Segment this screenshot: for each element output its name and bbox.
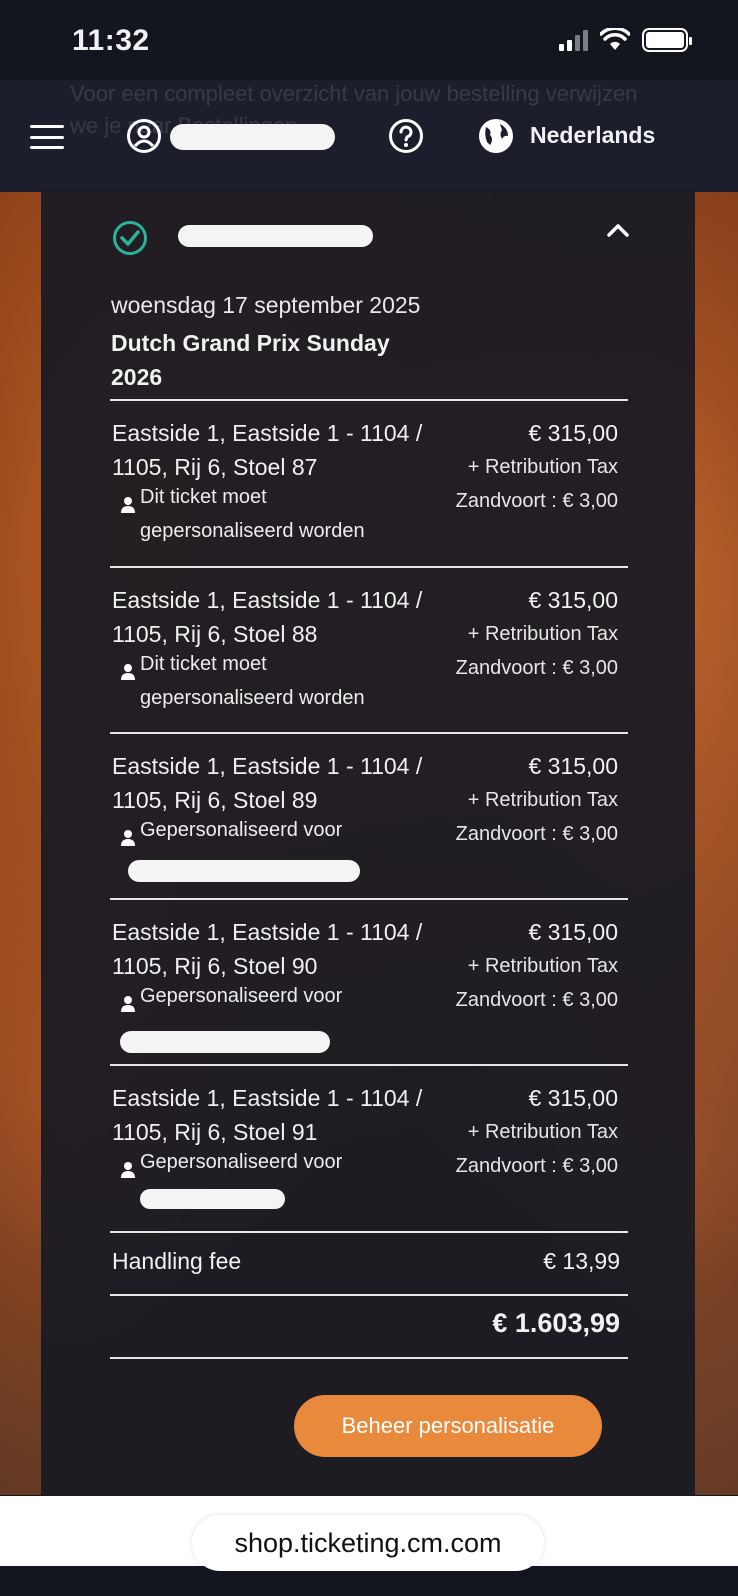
ticket-tax: + Retribution Tax Zandvoort : € 3,00 — [455, 1121, 618, 1177]
personalization-status: Gepersonaliseerd voor — [140, 985, 343, 1007]
address-bar[interactable]: shop.ticketing.cm.com — [192, 1515, 544, 1571]
status-icons — [559, 28, 692, 52]
ticket-price: € 315,00 — [528, 919, 618, 945]
divider — [110, 732, 628, 734]
status-bar: 11:32 — [0, 0, 738, 80]
divider — [110, 1064, 628, 1066]
battery-icon — [642, 28, 692, 52]
ticket-row: Eastside 1, Eastside 1 - 1104 / 1105, Ri… — [110, 735, 628, 895]
ticket-row: Eastside 1, Eastside 1 - 1104 / 1105, Ri… — [110, 569, 628, 729]
redacted-order-number — [178, 225, 373, 247]
divider — [110, 566, 628, 568]
event-date: woensdag 17 september 2025 — [111, 292, 421, 318]
ticket-price: € 315,00 — [528, 753, 618, 779]
event-title: Dutch Grand Prix Sunday 2026 — [111, 330, 390, 390]
person-icon — [121, 996, 135, 1012]
help-icon[interactable] — [388, 118, 424, 154]
redacted-holder-name — [120, 1031, 330, 1053]
personalization-status: Gepersonaliseerd voor — [140, 819, 343, 841]
ticket-row: Eastside 1, Eastside 1 - 1104 / 1105, Ri… — [110, 402, 628, 562]
language-selector[interactable]: Nederlands — [530, 122, 655, 149]
url-text: shop.ticketing.cm.com — [234, 1527, 502, 1558]
globe-icon[interactable] — [478, 118, 514, 154]
ticket-price: € 315,00 — [528, 1085, 618, 1111]
person-icon — [121, 497, 135, 513]
redacted-account-name — [170, 124, 335, 150]
user-icon[interactable] — [126, 118, 162, 154]
personalization-status: Gepersonaliseerd voor — [140, 1151, 343, 1173]
divider — [110, 1231, 628, 1233]
ticket-price: € 315,00 — [528, 587, 618, 613]
ticket-tax: + Retribution Tax Zandvoort : € 3,00 — [455, 789, 618, 845]
order-total: € 1.603,99 — [492, 1308, 620, 1338]
ticket-price: € 315,00 — [528, 420, 618, 446]
ticket-tax: + Retribution Tax Zandvoort : € 3,00 — [455, 623, 618, 679]
personalization-status: Dit ticket moet gepersonaliseerd worden — [140, 653, 365, 709]
person-icon — [121, 1162, 135, 1178]
divider — [110, 898, 628, 900]
status-time: 11:32 — [72, 24, 150, 57]
person-icon — [121, 830, 135, 846]
wifi-icon — [600, 28, 630, 50]
menu-icon[interactable] — [30, 125, 64, 149]
signal-icon — [559, 29, 588, 51]
check-circle-icon — [113, 221, 147, 255]
divider — [110, 1357, 628, 1359]
personalization-status: Dit ticket moet gepersonaliseerd worden — [140, 486, 365, 542]
chevron-up-icon[interactable] — [606, 222, 630, 238]
handling-fee-label: Handling fee — [112, 1248, 242, 1274]
redacted-holder-name — [128, 860, 360, 882]
person-icon — [121, 664, 135, 680]
ticket-tax: + Retribution Tax Zandvoort : € 3,00 — [455, 456, 618, 512]
ticket-row: Eastside 1, Eastside 1 - 1104 / 1105, Ri… — [110, 901, 628, 1061]
ticket-row: Eastside 1, Eastside 1 - 1104 / 1105, Ri… — [110, 1067, 628, 1227]
redacted-holder-name — [140, 1189, 285, 1209]
manage-personalization-button[interactable]: Beheer personalisatie — [294, 1395, 602, 1457]
divider — [110, 1294, 628, 1296]
ticket-tax: + Retribution Tax Zandvoort : € 3,00 — [455, 955, 618, 1011]
divider — [110, 399, 628, 401]
handling-fee-value: € 13,99 — [543, 1248, 620, 1274]
